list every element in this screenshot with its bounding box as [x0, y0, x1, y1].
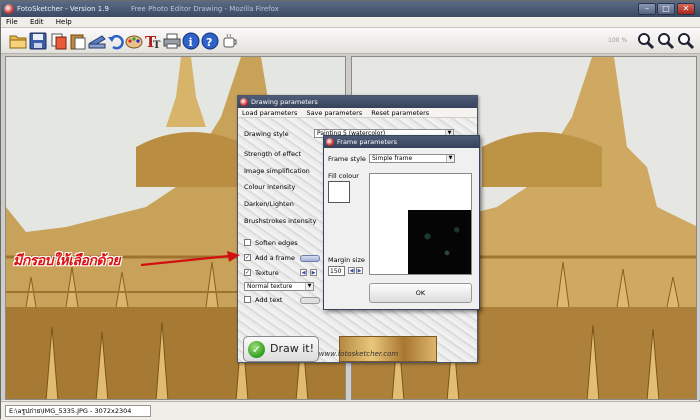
frame-style-label: Frame style: [328, 155, 366, 163]
menu-bar: File Edit Help: [1, 17, 700, 28]
texture-checkbox[interactable]: ✓: [244, 269, 251, 276]
drawing-style-label: Drawing style: [244, 130, 289, 138]
print-icon[interactable]: [163, 32, 181, 50]
save-parameters-menu[interactable]: Save parameters: [306, 109, 362, 117]
drawing-thumbnail: [339, 336, 437, 362]
add-frame-label: Add a frame: [255, 254, 295, 262]
add-text-checkbox[interactable]: [244, 296, 251, 303]
dialog-app-icon: [326, 138, 334, 146]
menu-help[interactable]: Help: [51, 17, 77, 28]
fill-colour-swatch[interactable]: [328, 181, 350, 203]
preview-image: [408, 210, 471, 274]
status-file-info: E:\aรูปถ่าย\IMG_5335.JPG - 3072x2304: [5, 405, 151, 417]
annotation-arrow-icon: [141, 251, 240, 267]
save-icon[interactable]: [29, 32, 47, 50]
fill-colour-label: Fill colour: [328, 172, 359, 180]
margin-size-input[interactable]: 150: [328, 266, 345, 276]
text-icon[interactable]: TT: [144, 32, 162, 51]
colour-intensity-label: Colour intensity: [244, 183, 296, 191]
add-frame-checkbox[interactable]: ✓: [244, 254, 251, 261]
info-icon[interactable]: i: [182, 32, 200, 50]
darken-lighten-label: Darken/Lighten: [244, 200, 294, 208]
brushstrokes-label: Brushstrokes intensity: [244, 217, 317, 225]
dialog-app-icon: [240, 98, 248, 106]
frame-dialog-title-bar[interactable]: Frame parameters: [324, 136, 479, 148]
simplification-label: Image simplification: [244, 167, 310, 175]
window-title: FotoSketcher - Version 1.9: [17, 5, 109, 13]
svg-text:i: i: [189, 36, 193, 49]
texture-prev-button[interactable]: ◀: [300, 269, 307, 276]
chevron-down-icon: ▼: [446, 155, 454, 162]
help-icon[interactable]: ?: [201, 32, 219, 50]
chevron-down-icon: ▼: [305, 283, 313, 290]
texture-value: Normal texture: [247, 283, 293, 290]
text-settings-button[interactable]: [300, 297, 320, 304]
frame-settings-button[interactable]: [300, 255, 320, 262]
toolbar: TT i ? 100 %: [1, 28, 700, 54]
reset-parameters-menu[interactable]: Reset parameters: [371, 109, 429, 117]
zoom-in-icon[interactable]: [637, 32, 655, 50]
frame-style-select[interactable]: Simple frame ▼: [369, 154, 455, 163]
annotation-text: มีกรอบให้เลือกด้วย: [13, 253, 121, 269]
app-window: FotoSketcher - Version 1.9 Free Photo Ed…: [0, 0, 700, 420]
margin-increase-button[interactable]: ▶: [356, 267, 363, 274]
add-text-label: Add text: [255, 296, 283, 304]
frame-preview: [369, 173, 472, 275]
zoom-fit-icon[interactable]: [677, 32, 695, 50]
copy-icon[interactable]: [50, 32, 68, 50]
window-title-extra: Free Photo Editor Drawing - Mozilla Fire…: [131, 5, 279, 13]
texture-label: Texture: [255, 269, 279, 277]
draw-it-button[interactable]: ✓ Draw it!: [243, 336, 319, 362]
zoom-level: 100 %: [608, 37, 628, 44]
drawing-dialog-menu: Load parameters Save parameters Reset pa…: [238, 108, 477, 118]
palette-icon[interactable]: [125, 32, 143, 50]
frame-parameters-dialog: Frame parameters Frame style Simple fram…: [323, 135, 480, 310]
title-bar[interactable]: FotoSketcher - Version 1.9 Free Photo Ed…: [1, 1, 700, 17]
svg-text:T: T: [153, 40, 161, 50]
strength-label: Strength of effect: [244, 150, 302, 158]
minimize-button[interactable]: –: [638, 3, 656, 15]
paste-icon[interactable]: [69, 32, 87, 50]
soften-edges-label: Soften edges: [255, 239, 298, 247]
texture-next-button[interactable]: ▶: [310, 269, 317, 276]
drawing-dialog-title-bar[interactable]: Drawing parameters: [238, 96, 477, 108]
frame-style-value: Simple frame: [372, 155, 413, 162]
margin-size-label: Margin size: [328, 256, 365, 264]
svg-text:?: ?: [206, 36, 212, 49]
zoom-out-icon[interactable]: [657, 32, 675, 50]
close-button[interactable]: ✕: [677, 3, 695, 15]
folder-open-icon[interactable]: [9, 32, 27, 50]
scanner-icon[interactable]: [88, 32, 106, 50]
status-bar: E:\aรูปถ่าย\IMG_5335.JPG - 3072x2304: [1, 401, 700, 420]
frame-dialog-title: Frame parameters: [337, 138, 398, 146]
soften-edges-checkbox[interactable]: [244, 239, 251, 246]
website-url[interactable]: www.fotosketcher.com: [238, 350, 477, 358]
margin-decrease-button[interactable]: ◀: [348, 267, 355, 274]
maximize-button[interactable]: □: [657, 3, 675, 15]
texture-select[interactable]: Normal texture ▼: [244, 282, 314, 291]
menu-edit[interactable]: Edit: [25, 17, 49, 28]
app-icon: [4, 4, 14, 14]
coffee-icon[interactable]: [221, 32, 239, 50]
undo-icon[interactable]: [107, 32, 125, 50]
load-parameters-menu[interactable]: Load parameters: [242, 109, 297, 117]
menu-file[interactable]: File: [1, 17, 23, 28]
ok-button[interactable]: OK: [369, 283, 472, 303]
drawing-dialog-title: Drawing parameters: [251, 98, 318, 106]
